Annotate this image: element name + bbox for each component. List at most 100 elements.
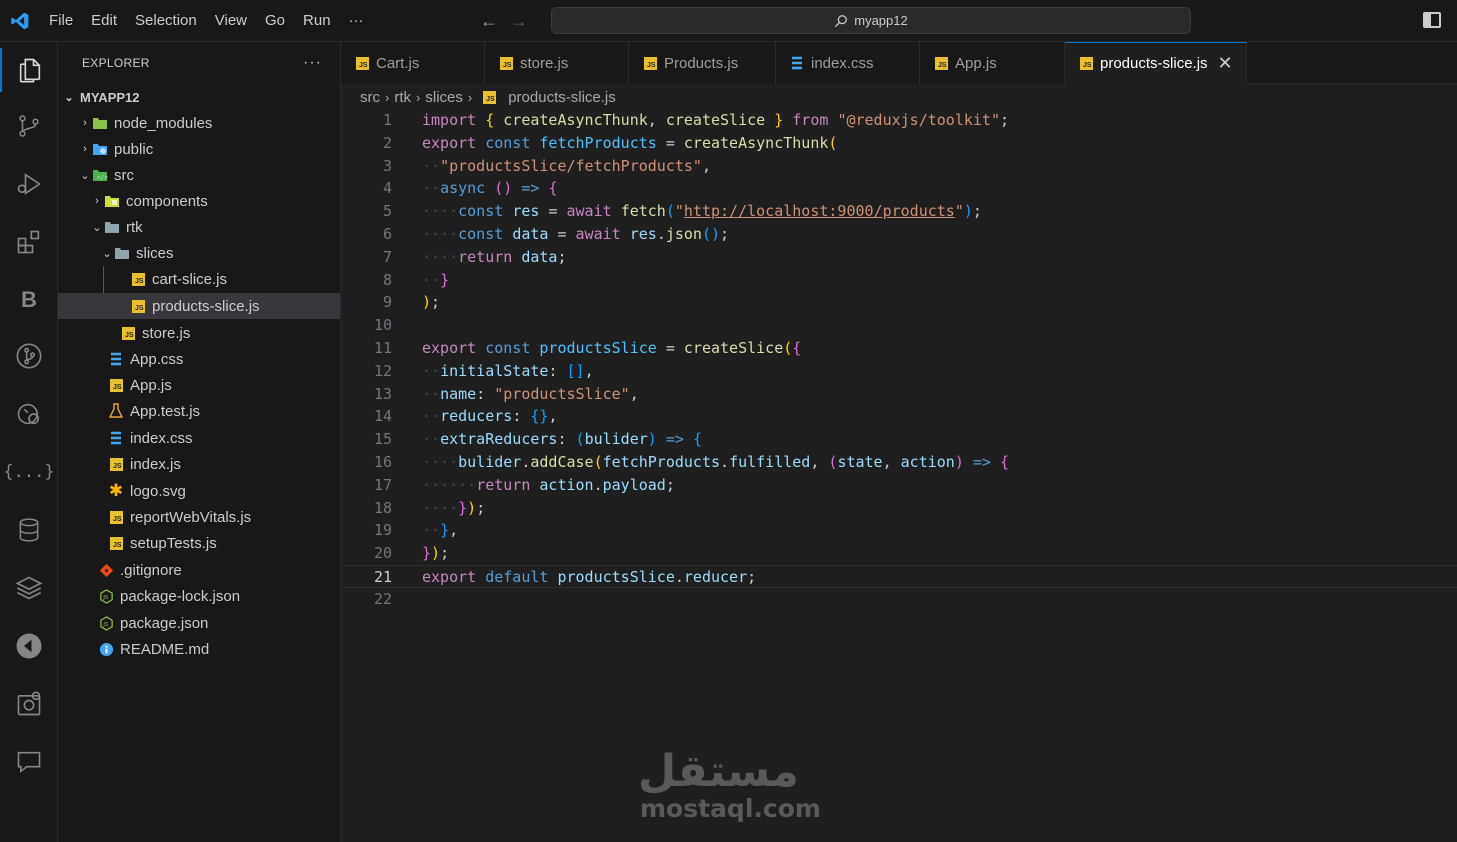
- js-file-icon: JS: [933, 55, 949, 71]
- tree-item-public[interactable]: › public: [58, 136, 340, 162]
- code-line[interactable]: 14 ··reducers: {},: [341, 405, 1457, 428]
- tree-item-report-web-vitals[interactable]: JS reportWebVitals.js: [58, 504, 340, 530]
- code-text: ······return action.payload;: [422, 475, 675, 494]
- menu-go[interactable]: Go: [256, 0, 294, 42]
- command-center-search[interactable]: myapp12: [551, 7, 1191, 34]
- tab-store-js[interactable]: JS store.js: [485, 42, 629, 84]
- menu-more[interactable]: ···: [340, 0, 373, 42]
- code-line[interactable]: 10: [341, 314, 1457, 337]
- code-line[interactable]: 4 ··async () => {: [341, 177, 1457, 200]
- tree-item-cart-slice[interactable]: JS cart-slice.js: [58, 266, 340, 292]
- live-share-icon[interactable]: [0, 624, 58, 668]
- vscode-logo-icon: [0, 0, 40, 42]
- git-graph-icon[interactable]: [0, 334, 58, 378]
- code-line[interactable]: 18 ····});: [341, 497, 1457, 520]
- code-line[interactable]: 13 ··name: "productsSlice",: [341, 383, 1457, 406]
- tree-item-label: cart-slice.js: [152, 270, 228, 288]
- tab-products-js[interactable]: JS Products.js: [629, 42, 776, 84]
- remote-tunnel-icon[interactable]: [0, 682, 58, 726]
- tree-item-package-lock[interactable]: JS package-lock.json: [58, 583, 340, 609]
- tree-item-node-modules[interactable]: › node_modules: [58, 110, 340, 136]
- tree-item-logo-svg[interactable]: ✱ logo.svg: [58, 478, 340, 504]
- explorer-header: EXPLORER ···: [58, 42, 340, 84]
- code-line[interactable]: 1 import { createAsyncThunk, createSlice …: [341, 109, 1457, 132]
- svg-file-icon: ✱: [108, 481, 124, 500]
- tree-item-package-json[interactable]: JS package.json: [58, 610, 340, 636]
- tab-app-js[interactable]: JS App.js: [920, 42, 1065, 84]
- chat-feedback-icon[interactable]: [0, 740, 58, 784]
- menu-run[interactable]: Run: [294, 0, 340, 42]
- extensions-icon[interactable]: [0, 220, 58, 264]
- breadcrumb-item[interactable]: rtk: [394, 89, 411, 106]
- code-line[interactable]: 8 ··}: [341, 269, 1457, 292]
- folder-node-icon: [92, 115, 108, 131]
- tree-item-index-css[interactable]: index.css: [58, 425, 340, 451]
- code-line[interactable]: 19 ··},: [341, 519, 1457, 542]
- code-line[interactable]: 3 ··"productsSlice/fetchProducts",: [341, 155, 1457, 178]
- breadcrumb-item[interactable]: slices: [425, 89, 463, 106]
- code-text: import { createAsyncThunk, createSlice }…: [422, 111, 1010, 129]
- code-editor[interactable]: 1 import { createAsyncThunk, createSlice …: [341, 108, 1457, 842]
- tree-item-components[interactable]: › components: [58, 188, 340, 214]
- svg-text:JS: JS: [102, 621, 108, 627]
- tab-cart-js[interactable]: JS Cart.js: [341, 42, 485, 84]
- breadcrumb-item[interactable]: src: [360, 89, 380, 106]
- code-line[interactable]: 15 ··extraReducers: (bulider) => {: [341, 428, 1457, 451]
- code-line[interactable]: 16 ····bulider.addCase(fetchProducts.fulf…: [341, 451, 1457, 474]
- code-line[interactable]: 5 ····const res = await fetch("http://loc…: [341, 200, 1457, 223]
- breadcrumb-item[interactable]: products-slice.js: [508, 89, 616, 106]
- tree-item-store[interactable]: JS store.js: [58, 320, 340, 346]
- source-control-icon[interactable]: [0, 104, 58, 148]
- menu-file[interactable]: File: [40, 0, 82, 42]
- code-line[interactable]: 2 export const fetchProducts = createAsyn…: [341, 132, 1457, 155]
- code-text: ····const data = await res.json();: [422, 225, 730, 243]
- code-line[interactable]: 7 ····return data;: [341, 246, 1457, 269]
- close-icon[interactable]: ✕: [1218, 53, 1233, 74]
- tree-item-setup-tests[interactable]: JS setupTests.js: [58, 530, 340, 556]
- explorer-files-icon[interactable]: [0, 48, 58, 92]
- menu-edit[interactable]: Edit: [82, 0, 126, 42]
- back-arrow-icon[interactable]: ←: [480, 11, 498, 32]
- tree-item-products-slice[interactable]: JS products-slice.js: [58, 293, 340, 319]
- line-number: 5: [382, 202, 392, 221]
- menu-view[interactable]: View: [206, 0, 256, 42]
- chevron-right-icon: ›: [385, 89, 390, 105]
- tree-item-app-css[interactable]: App.css: [58, 346, 340, 372]
- code-line[interactable]: 20});: [341, 542, 1457, 565]
- js-file-icon: JS: [120, 325, 136, 341]
- tab-index-css[interactable]: index.css: [776, 42, 920, 84]
- tree-item-gitignore[interactable]: .gitignore: [58, 557, 340, 583]
- navigation-arrows: ← →: [480, 0, 528, 42]
- menu-selection[interactable]: Selection: [126, 0, 206, 42]
- code-line[interactable]: 6 ····const data = await res.json();: [341, 223, 1457, 246]
- toggle-sidebar-layout-icon[interactable]: [1423, 12, 1441, 28]
- bootstrap-b-icon[interactable]: B: [0, 278, 58, 322]
- tree-item-src[interactable]: ⌄ </> src: [58, 162, 340, 188]
- code-line[interactable]: 9);: [341, 291, 1457, 314]
- workspace-root[interactable]: ⌄ MYAPP12: [58, 84, 340, 110]
- code-line[interactable]: 21 export default productsSlice.reducer;: [341, 565, 1457, 588]
- tree-item-label: components: [126, 192, 208, 210]
- tree-item-app-test[interactable]: App.test.js: [58, 398, 340, 424]
- database-icon[interactable]: [0, 508, 58, 552]
- tree-item-slices[interactable]: ⌄ slices: [58, 240, 340, 266]
- tree-item-app-js[interactable]: JS App.js: [58, 372, 340, 398]
- tab-products-slice-js[interactable]: JS products-slice.js ✕: [1065, 42, 1247, 84]
- line-number: 16: [373, 453, 392, 471]
- tree-item-readme[interactable]: README.md: [58, 636, 340, 662]
- forward-arrow-icon[interactable]: →: [510, 11, 528, 32]
- line-number: 18: [373, 498, 392, 517]
- code-line[interactable]: 12 ··initialState: [],: [341, 360, 1457, 383]
- code-line[interactable]: 17 ······return action.payload;: [341, 474, 1457, 497]
- json-braces-icon[interactable]: {...}: [0, 450, 58, 494]
- tree-item-rtk[interactable]: ⌄ rtk: [58, 214, 340, 240]
- code-line[interactable]: 22: [341, 588, 1457, 611]
- js-file-icon: JS: [481, 89, 497, 105]
- code-line[interactable]: 11 export const productsSlice = createSli…: [341, 337, 1457, 360]
- tree-item-index-js[interactable]: JS index.js: [58, 451, 340, 477]
- run-debug-icon[interactable]: [0, 162, 58, 206]
- remote-explorer-icon[interactable]: [0, 392, 58, 436]
- line-number: 4: [382, 179, 392, 198]
- explorer-more-actions[interactable]: ···: [303, 54, 322, 72]
- layers-stack-icon[interactable]: [0, 566, 58, 610]
